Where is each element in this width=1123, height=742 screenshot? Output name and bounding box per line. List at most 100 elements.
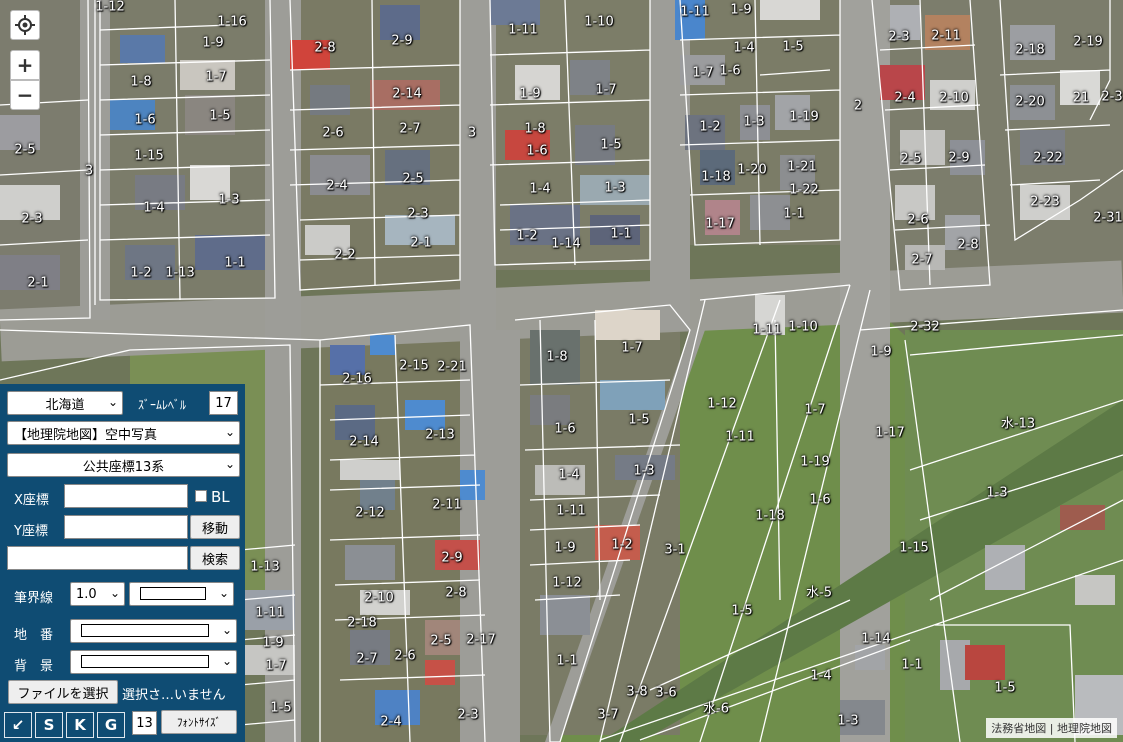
parcel-number-label: 2-21 xyxy=(437,359,467,375)
control-panel: 北海道 ⌄ ｽﾞｰﾑﾚﾍﾞﾙ 17 【地理院地図】空中写真 ⌄ 公共座標13系 … xyxy=(0,384,245,742)
parcel-number-label: 1-7 xyxy=(205,69,227,85)
parcel-number-label: 1-9 xyxy=(202,35,224,51)
parcel-number-label: 2-23 xyxy=(1030,194,1060,210)
parcel-number-label: 1-4 xyxy=(810,668,832,684)
parcel-number-label: 1-4 xyxy=(143,200,165,216)
chevron-down-icon: ⌄ xyxy=(218,586,229,600)
parcel-number-label: 3-7 xyxy=(597,707,619,723)
parcel-number-label: 2-20 xyxy=(1015,94,1045,110)
prefecture-select[interactable]: 北海道 ⌄ xyxy=(7,391,123,415)
parcel-number-label: 1-5 xyxy=(209,108,231,124)
font-size-input[interactable]: 13 xyxy=(132,711,157,735)
parcel-number-label: 1-3 xyxy=(986,485,1008,501)
parcel-number-label: 1-13 xyxy=(165,265,195,281)
parcel-number-label: 水-5 xyxy=(806,585,832,601)
font-size-button[interactable]: ﾌｫﾝﾄｻｲｽﾞ xyxy=(161,710,237,734)
parcel-number-label: 1-9 xyxy=(262,635,284,651)
parcel-number-label: 2-16 xyxy=(342,371,372,387)
background-color-swatch xyxy=(81,655,209,668)
parcel-number-label: 3-8 xyxy=(626,684,648,700)
chevron-down-icon: ⌄ xyxy=(224,457,235,471)
arrow-button[interactable]: ↙ xyxy=(4,712,32,738)
parcel-number-label: 2-3 xyxy=(888,29,910,45)
parcel-number-label: 3 xyxy=(467,125,477,141)
parcel-number-label: 2-3 xyxy=(407,206,429,222)
parcel-number-label: 2-4 xyxy=(894,90,916,106)
parcel-number-label: 1-7 xyxy=(621,340,643,356)
parcel-number-label: 1-1 xyxy=(783,206,805,222)
parcel-number-label: 2-4 xyxy=(380,714,402,730)
parcel-number-label: 2-11 xyxy=(931,28,961,44)
parcel-number-label: 3-1 xyxy=(664,542,686,558)
move-button[interactable]: 移動 xyxy=(190,515,240,539)
background-color-select[interactable]: ⌄ xyxy=(70,650,237,674)
layer-select[interactable]: 【地理院地図】空中写真 ⌄ xyxy=(7,421,240,445)
parcel-number-label: 2-8 xyxy=(314,40,336,56)
parcel-number-label: 2-7 xyxy=(356,651,378,667)
boundary-color-select[interactable]: ⌄ xyxy=(129,582,234,606)
layer-value: 【地理院地図】空中写真 xyxy=(14,427,158,443)
parcel-number-label: 2-8 xyxy=(445,585,467,601)
map-attribution[interactable]: 法務省地図 | 地理院地図 xyxy=(986,718,1117,738)
parcel-number-label: 水-6 xyxy=(703,701,729,717)
coordinate-system-select[interactable]: 公共座標13系 ⌄ xyxy=(7,453,240,477)
parcel-number-label: 1-9 xyxy=(870,344,892,360)
parcel-number-label: 1-9 xyxy=(554,540,576,556)
lot-number-color-swatch xyxy=(81,624,209,637)
parcel-number-label: 2-3 xyxy=(1101,89,1123,105)
boundary-color-swatch xyxy=(140,587,206,600)
chevron-down-icon: ⌄ xyxy=(221,654,232,668)
parcel-number-label: 2-3 xyxy=(21,211,43,227)
boundary-width-select[interactable]: 1.0 ⌄ xyxy=(70,582,125,606)
lot-number-color-select[interactable]: ⌄ xyxy=(70,619,237,643)
parcel-number-label: 21 xyxy=(1072,90,1090,106)
chevron-down-icon: ⌄ xyxy=(224,425,235,439)
parcel-number-label: 1-6 xyxy=(719,63,741,79)
parcel-number-label: 2-5 xyxy=(900,151,922,167)
parcel-number-label: 2-1 xyxy=(410,235,432,251)
parcel-number-label: 1-12 xyxy=(552,575,582,591)
parcel-number-label: 1-11 xyxy=(752,322,782,338)
parcel-number-label: 1-1 xyxy=(610,226,632,242)
parcel-number-label: 1-11 xyxy=(255,605,285,621)
parcel-number-label: 水-13 xyxy=(1000,416,1036,432)
parcel-number-label: 1-3 xyxy=(218,192,240,208)
parcel-number-label: 1-6 xyxy=(809,492,831,508)
zoom-out-button[interactable]: − xyxy=(10,80,40,110)
parcel-number-label: 2-3 xyxy=(457,707,479,723)
parcel-number-label: 1-15 xyxy=(899,540,929,556)
parcel-number-label: 1-6 xyxy=(526,143,548,159)
g-button[interactable]: G xyxy=(97,712,125,738)
parcel-number-label: 1-6 xyxy=(134,112,156,128)
parcel-number-label: 2-32 xyxy=(910,319,940,335)
parcel-number-label: 1-7 xyxy=(595,82,617,98)
bl-checkbox[interactable] xyxy=(195,490,207,502)
parcel-number-label: 1-5 xyxy=(628,412,650,428)
zoom-in-button[interactable]: + xyxy=(10,50,40,80)
locate-button[interactable] xyxy=(10,10,40,40)
k-button[interactable]: K xyxy=(66,712,94,738)
x-coordinate-input[interactable] xyxy=(64,484,188,508)
parcel-number-label: 1-22 xyxy=(789,182,819,198)
parcel-number-label: 2-17 xyxy=(466,632,496,648)
parcel-number-label: 1-20 xyxy=(737,162,767,178)
parcel-number-label: 1-7 xyxy=(692,65,714,81)
parcel-number-label: 1-2 xyxy=(130,265,152,281)
parcel-number-label: 1-7 xyxy=(265,658,287,674)
lot-number-label: 地 番 xyxy=(14,628,54,643)
parcel-number-label: 1-11 xyxy=(508,22,538,38)
y-coordinate-label: Y座標 xyxy=(14,524,48,539)
search-input[interactable] xyxy=(7,546,188,570)
parcel-number-label: 1-10 xyxy=(584,14,614,30)
parcel-number-label: 2-4 xyxy=(326,178,348,194)
parcel-number-label: 1-8 xyxy=(524,121,546,137)
parcel-number-label: 2-5 xyxy=(430,633,452,649)
parcel-number-label: 1-19 xyxy=(800,454,830,470)
search-button[interactable]: 検索 xyxy=(190,546,240,570)
zoom-level-input[interactable]: 17 xyxy=(209,391,238,415)
file-select-button[interactable]: ファイルを選択 xyxy=(8,680,118,704)
y-coordinate-input[interactable] xyxy=(64,515,188,539)
parcel-number-label: 1-4 xyxy=(529,181,551,197)
s-button[interactable]: S xyxy=(35,712,63,738)
parcel-number-label: 2-2 xyxy=(334,247,356,263)
